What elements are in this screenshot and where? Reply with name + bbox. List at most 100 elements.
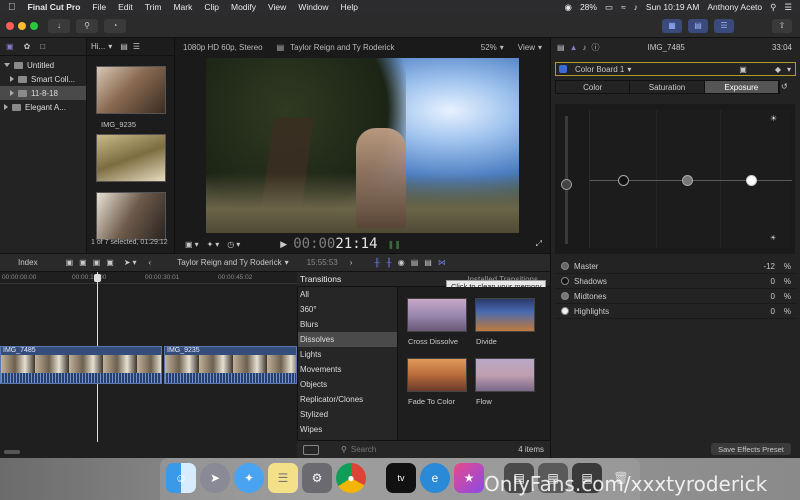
param-highlights[interactable]: Highlights 0 % (555, 304, 797, 319)
chevron-down-icon[interactable]: ▾ (133, 258, 137, 267)
disclosure-closed-icon[interactable] (10, 76, 14, 82)
view-menu[interactable]: View (518, 43, 535, 52)
show-inspector-button[interactable]: ☰ (714, 18, 734, 33)
clip-thumbnail[interactable] (96, 192, 166, 240)
index-button[interactable]: Index (18, 258, 38, 267)
menu-trim[interactable]: Trim (145, 2, 162, 12)
transition-tile[interactable] (407, 298, 467, 332)
menu-edit[interactable]: Edit (118, 2, 133, 12)
zoom-window-button[interactable] (30, 21, 38, 30)
menu-view[interactable]: View (268, 2, 286, 12)
category-item[interactable]: Blurs (298, 317, 397, 332)
filmstrip-icon[interactable]: ▤ (120, 42, 128, 51)
select-tool-icon[interactable]: ➤ (124, 258, 131, 267)
transition-tile[interactable] (475, 358, 535, 392)
apple-menu-icon[interactable]:  (8, 2, 16, 13)
color-inspector-icon[interactable]: ▲ (570, 43, 578, 52)
edge-icon[interactable]: e (420, 463, 450, 493)
clock[interactable]: Sun 10:19 AM (646, 2, 699, 12)
timecode-display[interactable]: 00:0021:14 (293, 236, 377, 252)
chevron-down-icon[interactable]: ▾ (285, 258, 289, 267)
timeline-clip[interactable]: IMG_9235 (164, 346, 297, 384)
notes-icon[interactable]: ☰ (268, 463, 298, 493)
snapping-icon[interactable]: ▤ (411, 258, 419, 267)
param-value[interactable]: 0 (735, 277, 775, 286)
transition-tile[interactable] (407, 358, 467, 392)
creative-cloud-icon[interactable]: ◉ (565, 2, 572, 13)
category-item[interactable]: 360° (298, 302, 397, 317)
system-preferences-icon[interactable]: ⚙ (302, 463, 332, 493)
photos-icon[interactable]: ✿ (24, 42, 31, 51)
transform-icon[interactable]: ▣ (185, 240, 193, 249)
close-window-button[interactable] (6, 21, 14, 30)
tab-saturation[interactable]: Saturation (630, 81, 705, 93)
minimize-window-button[interactable] (18, 21, 26, 30)
disclosure-closed-icon[interactable] (4, 104, 8, 110)
category-item-selected[interactable]: Dissolves (298, 332, 397, 347)
video-inspector-icon[interactable]: ▤ (557, 43, 565, 52)
user-name[interactable]: Anthony Aceto (707, 2, 762, 12)
list-view-icon[interactable]: ☰ (133, 42, 140, 51)
clip-thumbnail[interactable] (96, 66, 166, 114)
tab-color[interactable]: Color (556, 81, 631, 93)
zoom-popup[interactable]: 52% (481, 43, 497, 52)
clip-thumbnail[interactable] (96, 134, 166, 182)
category-item[interactable]: Replicator/Clones (298, 392, 397, 407)
show-timeline-button[interactable]: ▤ (688, 18, 708, 33)
category-item[interactable]: All (298, 287, 397, 302)
safari-icon[interactable]: ✦ (234, 463, 264, 493)
clip-appearance-icon[interactable]: ▤ (424, 258, 432, 267)
search-input[interactable]: Search (351, 445, 471, 454)
show-browser-button[interactable]: ▦ (662, 18, 682, 33)
highlights-puck[interactable] (746, 175, 757, 186)
chevron-down-icon[interactable]: ▾ (627, 65, 631, 74)
wifi-icon[interactable]: ≈ (621, 2, 626, 12)
menu-window[interactable]: Window (298, 2, 328, 12)
final-cut-pro-icon[interactable]: ★ (454, 463, 484, 493)
timeline-clip[interactable]: IMG_7485 (0, 346, 162, 384)
chevron-down-icon[interactable]: ▾ (500, 43, 504, 52)
param-value[interactable]: 0 (735, 292, 775, 301)
finder-icon[interactable]: ☺ (166, 463, 196, 493)
save-preset-button[interactable]: Save Effects Preset (711, 443, 791, 455)
chevron-down-icon[interactable]: ▾ (195, 240, 199, 249)
overwrite-clip-icon[interactable]: ▣ (106, 258, 114, 267)
effect-enable-checkbox[interactable] (559, 65, 567, 73)
chrome-icon[interactable]: ● (336, 463, 366, 493)
param-master[interactable]: Master -12 % (555, 259, 797, 274)
menu-file[interactable]: File (92, 2, 106, 12)
param-midtones[interactable]: Midtones 0 % (555, 289, 797, 304)
app-menu[interactable]: Final Cut Pro (28, 2, 81, 12)
timeline[interactable]: 00:00:00:00 00:00:15:00 00:00:30:01 00:0… (0, 272, 297, 458)
share-button[interactable]: ⇧ (772, 18, 792, 33)
category-item[interactable]: Movements (298, 362, 397, 377)
playhead-handle[interactable] (94, 274, 101, 282)
category-item[interactable]: Objects (298, 377, 397, 392)
param-shadows[interactable]: Shadows 0 % (555, 274, 797, 289)
timeline-ruler[interactable]: 00:00:00:00 00:00:15:00 00:00:30:01 00:0… (0, 272, 297, 284)
launchpad-icon[interactable]: ➤ (200, 463, 230, 493)
titles-icon[interactable]: □ (40, 42, 45, 51)
battery-status[interactable]: 28% (580, 2, 597, 12)
reset-icon[interactable]: ↺ (781, 82, 788, 91)
category-item[interactable]: Wipes (298, 422, 397, 437)
effect-mask-icon[interactable]: ▣ (739, 65, 747, 74)
play-button[interactable]: ▶ (280, 239, 287, 250)
volume-icon[interactable]: ♪ (634, 2, 638, 12)
fullscreen-icon[interactable]: ⤢ (536, 239, 542, 249)
library-item-elegant[interactable]: Elegant A... (0, 100, 86, 114)
import-button[interactable]: ↓ (48, 18, 70, 33)
info-inspector-icon[interactable]: ⓘ (591, 42, 599, 53)
audio-skimming-icon[interactable]: ╫ (386, 258, 392, 267)
category-item[interactable]: Stylized (298, 407, 397, 422)
chevron-down-icon[interactable]: ▾ (215, 240, 219, 249)
clapper-icon[interactable]: ▣ (6, 42, 14, 51)
chevron-down-icon[interactable]: ▾ (236, 240, 240, 249)
transitions-browser-icon[interactable]: ⋈ (438, 258, 446, 267)
solo-icon[interactable]: ◉ (398, 258, 405, 267)
menu-clip[interactable]: Clip (204, 2, 219, 12)
chevron-down-icon[interactable]: ▾ (108, 42, 112, 51)
filter-popup[interactable]: Hi... (91, 42, 105, 51)
back-arrow-icon[interactable]: ‹ (149, 258, 152, 267)
transition-tile[interactable] (475, 298, 535, 332)
